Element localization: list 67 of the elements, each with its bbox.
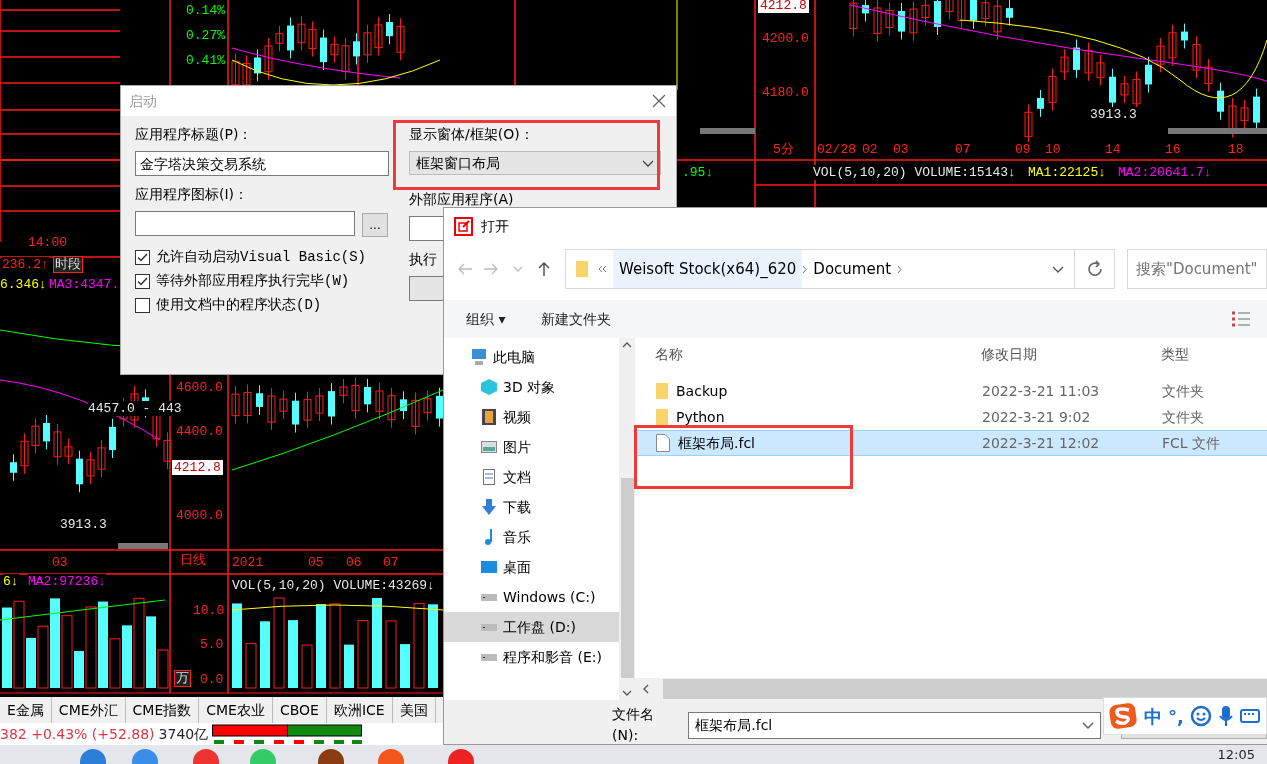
sidebar-item[interactable]: 工作盘 (D:) <box>444 612 619 642</box>
chart-label: .95↓ <box>682 165 714 180</box>
sidebar-item[interactable]: 程序和影音 (E:) <box>444 642 619 672</box>
sidebar-item[interactable]: 桌面 <box>444 552 619 582</box>
sidebar-item[interactable]: 下载 <box>444 492 619 522</box>
file-type: 文件夹 <box>1162 408 1204 425</box>
checkbox-label: 等待外部应用程序执行完毕(W) <box>156 272 350 291</box>
file-row[interactable]: 框架布局.fcl 2022-3-21 12:02 FCL 文件 <box>635 430 1267 456</box>
chart-label: 日线 <box>180 553 206 568</box>
checkbox-label: 允许自动启动Visual Basic(S) <box>156 248 367 267</box>
chart-label: 236.2↑ <box>2 257 49 272</box>
file-date: 2022-3-21 12:02 <box>982 434 1100 451</box>
chart-toggle[interactable]: 时段 <box>53 256 83 273</box>
price-tag: 4212.8 <box>758 0 809 13</box>
breadcrumb-item[interactable]: Weisoft Stock(x64)_620 <box>613 250 803 288</box>
breadcrumb-item[interactable]: Document <box>807 250 898 288</box>
field-label: 应用程序图标(I)： <box>135 185 249 204</box>
sidebar-item[interactable]: Windows (C:) <box>444 582 619 612</box>
column-header[interactable]: 名称 <box>655 345 683 362</box>
ime-punctuation[interactable]: °, <box>1168 702 1184 730</box>
file-row[interactable]: Python 2022-3-21 9:02 文件夹 <box>635 404 1267 430</box>
chart-label: VOL(5,10,20) VOLUME:15143↓ <box>813 165 1016 180</box>
chart-label: MA2:20641.7↓ <box>1118 165 1212 180</box>
clock: 12:05 <box>1217 747 1255 762</box>
chart-label: MA2:97236↓ <box>28 574 106 589</box>
field-label: 文件名(N): <box>612 705 655 744</box>
file-name: 框架布局.fcl <box>678 433 755 453</box>
turnover-text: 3740亿 <box>158 724 209 744</box>
dialog-title: 打开 <box>481 216 509 236</box>
column-header[interactable]: 修改日期 <box>981 345 1037 362</box>
toolbar-button[interactable]: 组织 ▾ <box>466 308 506 330</box>
sidebar-item[interactable]: 图片 <box>444 432 619 462</box>
field-label: 显示窗体/框架(O)： <box>409 125 534 144</box>
file-name: Python <box>676 407 725 427</box>
quote-text: 382 +0.43% (+52.88) <box>0 724 155 744</box>
input-field[interactable]: 框架布局.fcl <box>688 711 1102 739</box>
chart-label: 6↓ <box>3 574 19 589</box>
sidebar-item[interactable]: 音乐 <box>444 522 619 552</box>
sidebar-item[interactable]: 3D 对象 <box>444 372 619 402</box>
field-label: 外部应用程序(A) <box>409 190 514 209</box>
file-date: 2022-3-21 11:03 <box>982 382 1100 399</box>
dropdown[interactable]: 框架窗口布局 <box>409 151 661 175</box>
file-type: FCL 文件 <box>1162 434 1221 451</box>
search-field[interactable]: 搜索"Document" <box>1127 249 1267 289</box>
sidebar-item[interactable]: 此电脑 <box>444 342 619 372</box>
chart-label: 5分 <box>773 142 794 157</box>
dialog-title: 启动 <box>129 91 157 111</box>
file-type: 文件夹 <box>1162 382 1204 399</box>
field-label: 应用程序标题(P)： <box>135 125 253 144</box>
browse-button[interactable]: ... <box>362 212 388 237</box>
sidebar-item[interactable]: 视频 <box>444 402 619 432</box>
toolbar-button[interactable]: 新建文件夹 <box>541 308 612 330</box>
input-field[interactable]: 金字塔决策交易系统 <box>135 151 389 176</box>
sidebar-item[interactable]: 文档 <box>444 462 619 492</box>
file-row[interactable]: Backup 2022-3-21 11:03 文件夹 <box>635 378 1267 404</box>
price-tag: 4212.8 <box>172 460 223 475</box>
column-header[interactable]: 类型 <box>1161 345 1189 362</box>
chart-label: 4457.0 - 443 <box>88 401 182 416</box>
checkbox-label: 使用文档中的程序状态(D) <box>156 296 322 315</box>
file-date: 2022-3-21 9:02 <box>982 408 1091 425</box>
field-label: 执行 <box>409 250 437 269</box>
ime-mode[interactable]: 中 <box>1144 702 1162 730</box>
chart-label: 6.346↓ <box>0 277 47 292</box>
chart-label: VOL(5,10,20) VOLUME:43269↓ <box>232 578 435 593</box>
chart-label: MA1:22125↓ <box>1028 165 1106 180</box>
chart-toggle[interactable]: 万 <box>174 670 191 687</box>
file-name: Backup <box>676 381 728 401</box>
